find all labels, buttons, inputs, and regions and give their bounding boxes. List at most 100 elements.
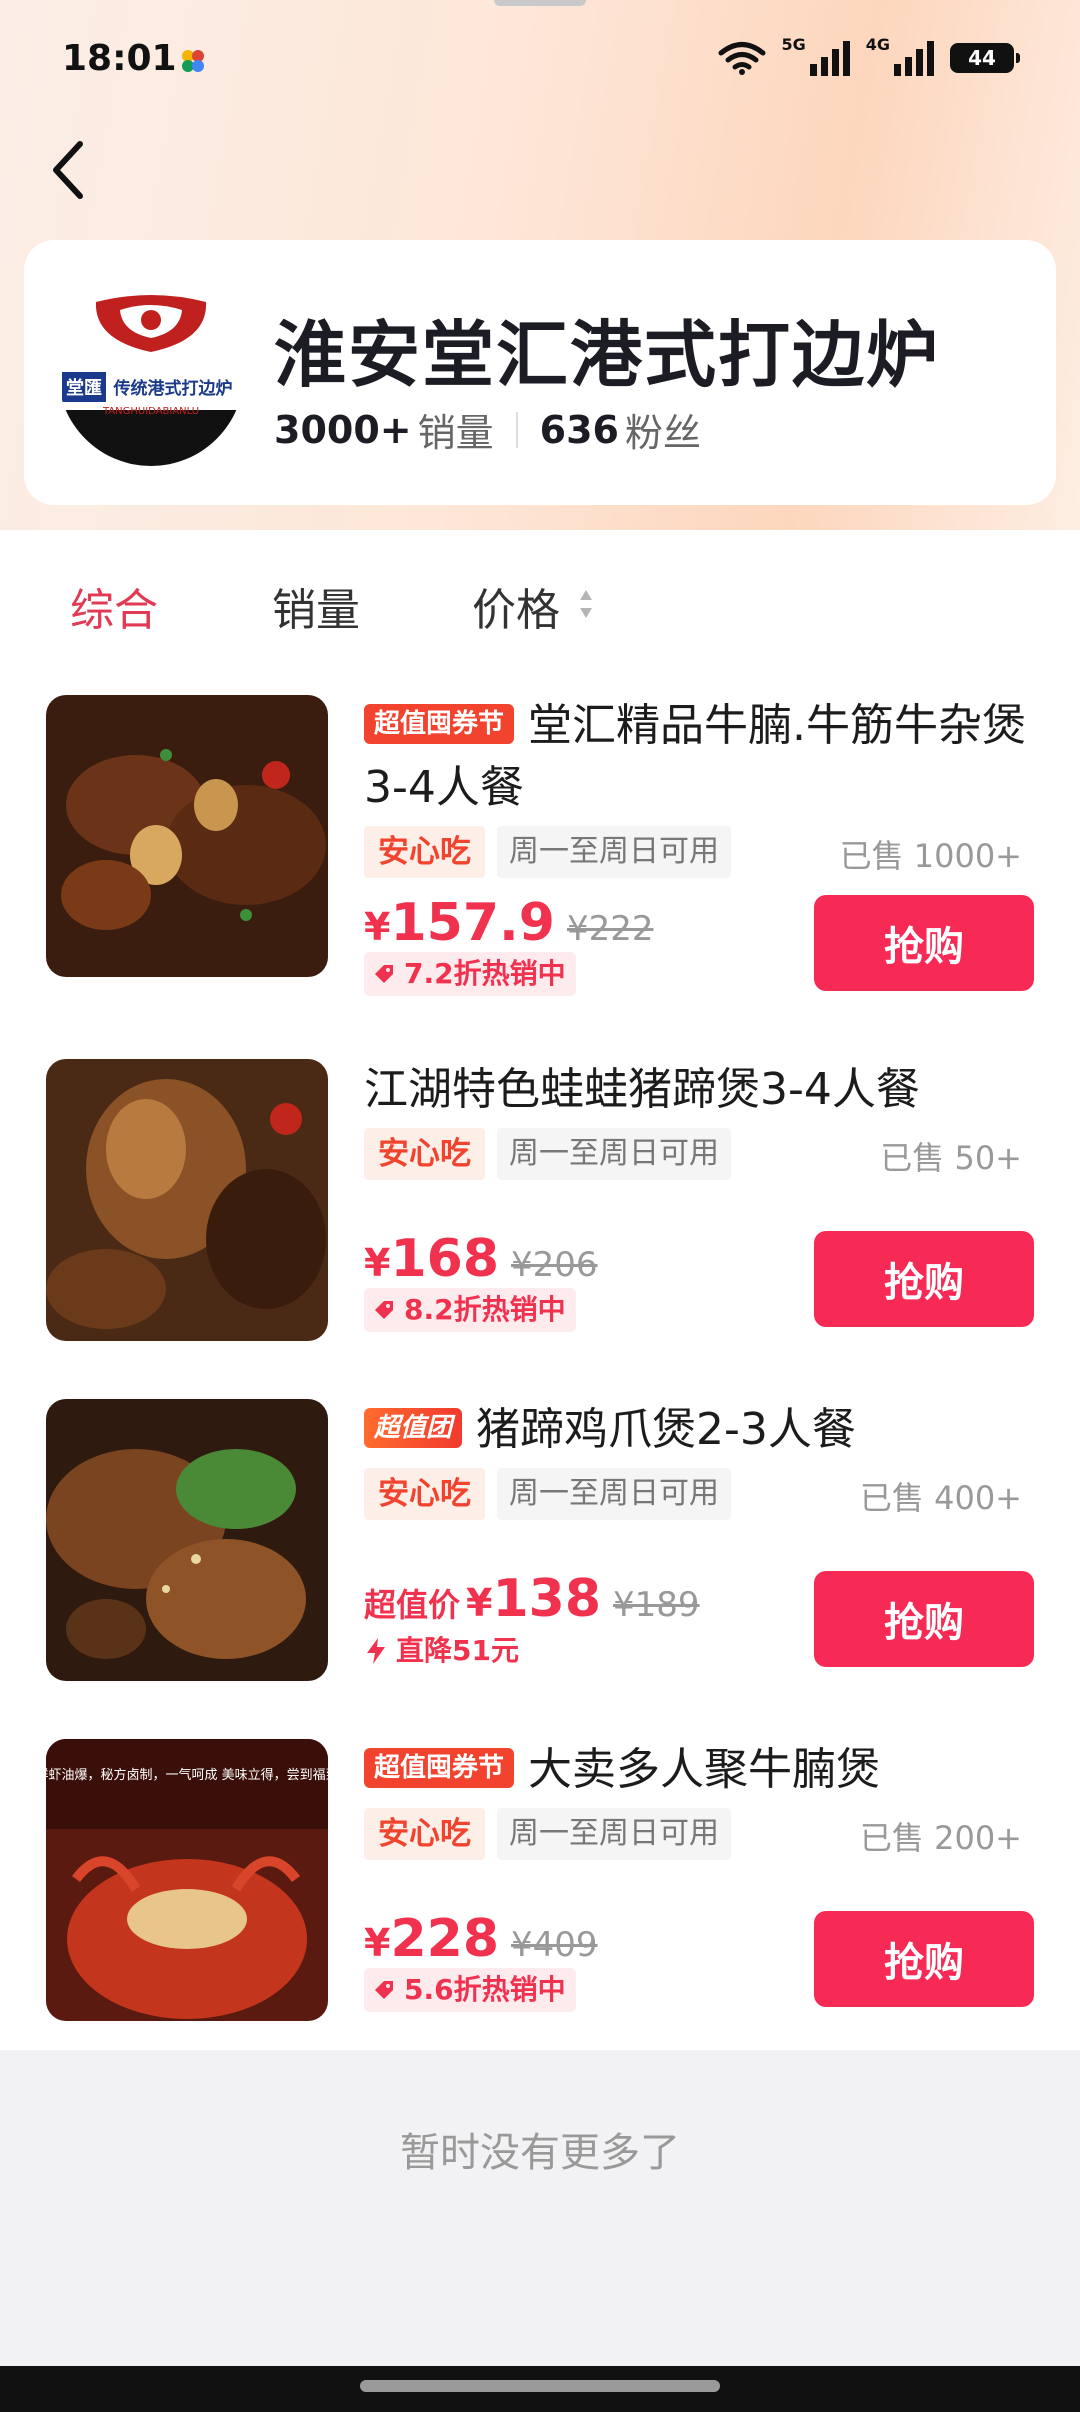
promo-badge: 超值囤券节 bbox=[364, 1748, 515, 1788]
product-list-panel: 综合 销量 价格 超值囤券节 堂汇精品牛腩.牛筋牛杂煲3-4人餐 安心吃 周一至… bbox=[0, 530, 1080, 2050]
discount-text: 7.2折热销中 bbox=[404, 957, 566, 990]
product-title-row: 超值团 猪蹄鸡爪煲2-3人餐 bbox=[364, 1399, 1044, 1461]
product-title-row: 超值囤券节 大卖多人聚牛腩煲 bbox=[364, 1739, 1044, 1801]
sales-label: 销量 bbox=[417, 411, 494, 455]
availability-tag: 周一至周日可用 bbox=[497, 826, 731, 878]
original-price: ¥222 bbox=[566, 909, 654, 949]
buy-button[interactable]: 抢购 bbox=[814, 1231, 1034, 1327]
buy-button[interactable]: 抢购 bbox=[814, 1571, 1034, 1667]
fans-count: 636 bbox=[539, 407, 619, 452]
sold-count: 已售 400+ bbox=[859, 1479, 1022, 1517]
original-price: ¥409 bbox=[511, 1925, 598, 1965]
sold-count: 已售 200+ bbox=[859, 1819, 1022, 1857]
signal-icon-2 bbox=[894, 41, 934, 76]
status-bar: 18:01 5G 4G 44 bbox=[0, 0, 1080, 120]
tag-row: 安心吃 周一至周日可用 bbox=[364, 1467, 731, 1521]
currency-symbol: ¥ bbox=[364, 905, 391, 949]
product-title: 江湖特色蛙蛙猪蹄煲3-4人餐 bbox=[364, 1064, 920, 1115]
signal-icon bbox=[809, 41, 850, 76]
app-notification-icon bbox=[182, 50, 204, 72]
image-caption: 鲜虾油爆，秘方卤制，一气呵成 美味立得，尝到福到 bbox=[46, 1767, 328, 1783]
network-type-1: 5G bbox=[781, 34, 806, 54]
availability-tag: 周一至周日可用 bbox=[497, 1128, 731, 1180]
safe-tag: 安心吃 bbox=[364, 1808, 485, 1860]
currency-symbol: ¥ bbox=[466, 1581, 493, 1625]
discount-tag: 直降51元 bbox=[364, 1629, 529, 1673]
safe-tag: 安心吃 bbox=[364, 1128, 485, 1180]
price-prefix: 超值价 bbox=[364, 1586, 461, 1624]
tag-icon bbox=[375, 1301, 393, 1319]
price: 157.9 bbox=[390, 893, 555, 953]
product-item[interactable]: 超值囤券节 堂汇精品牛腩.牛筋牛杂煲3-4人餐 安心吃 周一至周日可用 已售 10… bbox=[0, 695, 1080, 996]
lightning-icon bbox=[367, 1638, 385, 1664]
tag-row: 安心吃 周一至周日可用 bbox=[364, 1127, 731, 1181]
tag-icon bbox=[375, 1981, 393, 1999]
discount-text: 5.6折热销中 bbox=[404, 1973, 566, 2006]
sold-count: 已售 50+ bbox=[880, 1139, 1022, 1177]
logo-char: 堂匯 bbox=[66, 377, 102, 399]
promo-badge: 超值囤券节 bbox=[364, 704, 515, 744]
availability-tag: 周一至周日可用 bbox=[497, 1468, 731, 1520]
product-item[interactable]: 鲜虾油爆，秘方卤制，一气呵成 美味立得，尝到福到 超值囤券节 大卖多人聚牛腩煲 安… bbox=[0, 1739, 1080, 2039]
original-price: ¥189 bbox=[613, 1585, 700, 1625]
product-item[interactable]: 超值团 猪蹄鸡爪煲2-3人餐 安心吃 周一至周日可用 已售 400+ 超值价 ¥ … bbox=[0, 1399, 1080, 1699]
currency-symbol: ¥ bbox=[364, 1241, 391, 1285]
promo-badge: 超值团 bbox=[364, 1408, 463, 1448]
tag-row: 安心吃 周一至周日可用 bbox=[364, 1807, 731, 1861]
discount-text: 8.2折热销中 bbox=[404, 1293, 566, 1326]
sort-arrows-icon[interactable] bbox=[578, 586, 594, 622]
no-more-text: 暂时没有更多了 bbox=[400, 2130, 680, 2176]
currency-symbol: ¥ bbox=[364, 1921, 391, 1965]
logo-sub: TANGHUIDABIANLU bbox=[102, 406, 199, 417]
original-price: ¥206 bbox=[511, 1245, 598, 1285]
price: 168 bbox=[390, 1229, 499, 1289]
price-row: ¥ 228 ¥409 bbox=[364, 1909, 598, 1969]
fans-label: 粉丝 bbox=[624, 411, 701, 455]
store-logo[interactable]: 堂匯 传统港式打边炉 TANGHUIDABIANLU bbox=[58, 280, 244, 466]
safe-tag: 安心吃 bbox=[364, 826, 485, 878]
discount-tag: 5.6折热销中 bbox=[364, 1968, 576, 2012]
product-item[interactable]: 江湖特色蛙蛙猪蹄煲3-4人餐 安心吃 周一至周日可用 已售 50+ ¥ 168 … bbox=[0, 1059, 1080, 1359]
store-card: 堂匯 传统港式打边炉 TANGHUIDABIANLU 淮安堂汇港式打边炉 300… bbox=[24, 240, 1056, 505]
network-type-2: 4G bbox=[865, 34, 890, 54]
safe-tag: 安心吃 bbox=[364, 1468, 485, 1520]
store-name: 淮安堂汇港式打边炉 bbox=[274, 313, 941, 397]
tab-comprehensive[interactable]: 综合 bbox=[70, 574, 158, 638]
price: 138 bbox=[492, 1569, 602, 1629]
discount-tag: 8.2折热销中 bbox=[364, 1288, 576, 1332]
product-image[interactable]: 鲜虾油爆，秘方卤制，一气呵成 美味立得，尝到福到 bbox=[46, 1739, 328, 2021]
battery-level: 44 bbox=[968, 46, 996, 70]
stat-divider bbox=[515, 411, 518, 448]
buy-button[interactable]: 抢购 bbox=[814, 895, 1034, 991]
price-row: ¥ 168 ¥206 bbox=[364, 1229, 598, 1289]
sold-count: 已售 1000+ bbox=[839, 837, 1022, 875]
product-title-row: 江湖特色蛙蛙猪蹄煲3-4人餐 bbox=[364, 1059, 1044, 1121]
price: 228 bbox=[390, 1909, 499, 1969]
product-title: 猪蹄鸡爪煲2-3人餐 bbox=[476, 1404, 856, 1455]
sales-count: 3000+ bbox=[274, 407, 412, 452]
tag-row: 安心吃 周一至周日可用 bbox=[364, 825, 731, 879]
buy-button[interactable]: 抢购 bbox=[814, 1911, 1034, 2007]
tab-sales[interactable]: 销量 bbox=[272, 574, 360, 638]
product-title-row: 超值囤券节 堂汇精品牛腩.牛筋牛杂煲3-4人餐 bbox=[364, 695, 1044, 819]
store-stats: 3000+ 销量 636 粉丝 bbox=[274, 402, 701, 457]
battery-icon: 44 bbox=[950, 43, 1020, 73]
tag-icon bbox=[375, 965, 393, 983]
logo-text: 传统港式打边炉 bbox=[113, 378, 233, 399]
home-indicator[interactable] bbox=[360, 2380, 720, 2392]
product-image[interactable] bbox=[46, 1399, 328, 1681]
price-row: 超值价 ¥ 138 ¥189 bbox=[364, 1569, 700, 1629]
wifi-icon bbox=[718, 42, 766, 75]
discount-tag: 7.2折热销中 bbox=[364, 952, 576, 996]
product-image[interactable] bbox=[46, 695, 328, 977]
back-arrow-icon[interactable] bbox=[44, 130, 96, 210]
product-title: 大卖多人聚牛腩煲 bbox=[528, 1744, 881, 1795]
tab-price[interactable]: 价格 bbox=[472, 574, 560, 638]
sort-bar: 综合 销量 价格 bbox=[0, 530, 1080, 670]
status-time: 18:01 bbox=[62, 38, 177, 79]
product-image[interactable] bbox=[46, 1059, 328, 1341]
availability-tag: 周一至周日可用 bbox=[497, 1808, 731, 1860]
price-row: ¥ 157.9 ¥222 bbox=[364, 893, 653, 953]
status-icons: 5G 4G 44 bbox=[717, 35, 1020, 76]
system-nav-bar bbox=[0, 2366, 1080, 2412]
